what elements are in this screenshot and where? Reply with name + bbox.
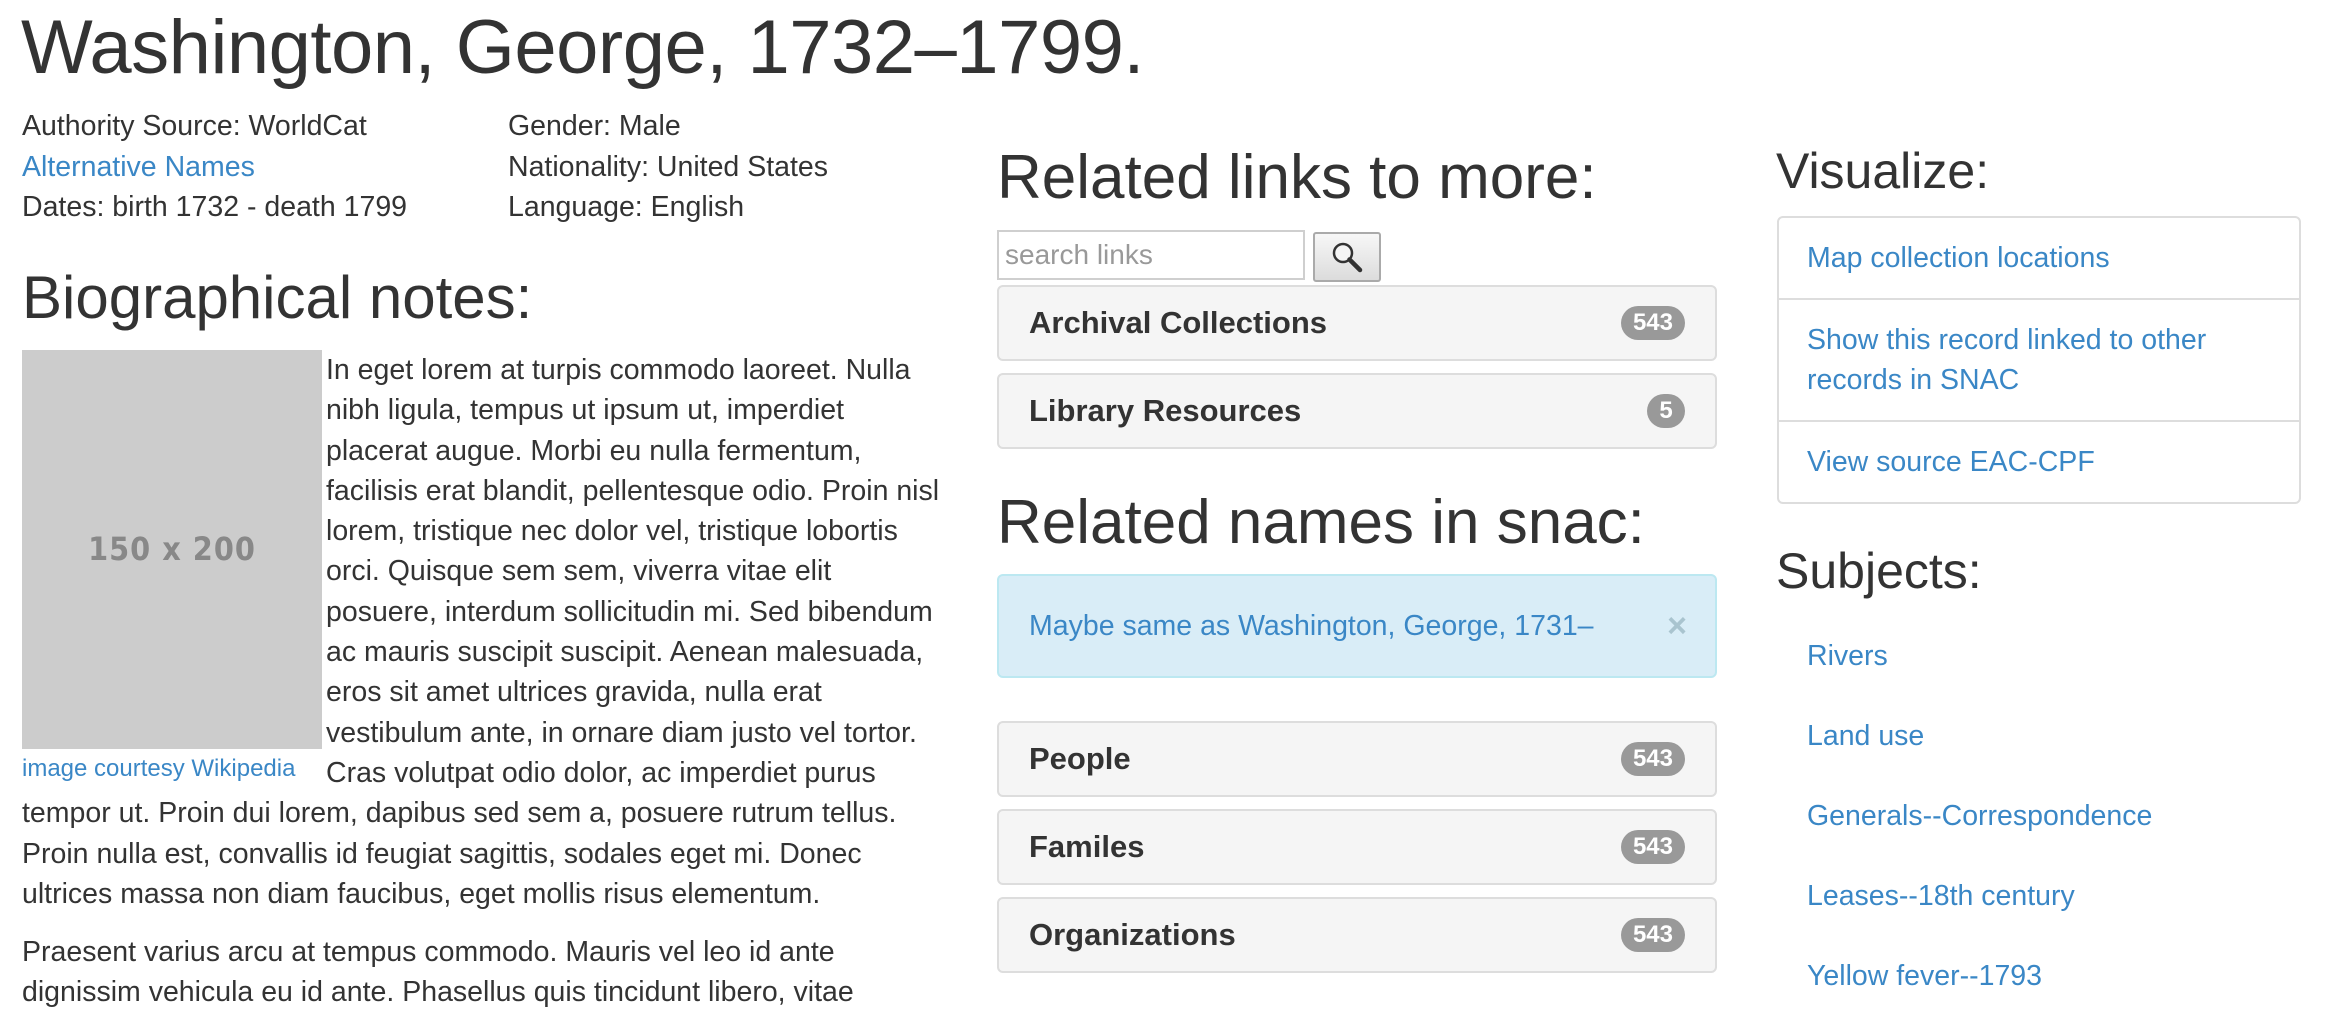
subject-link[interactable]: Generals--Correspondence [1807,796,2152,876]
archival-collections-panel[interactable]: Archival Collections 543 [997,285,1717,361]
gender: Gender: Male [508,110,681,142]
bio-paragraph-2: Praesent varius arcu at tempus commodo. … [22,936,854,1009]
maybe-same-as-link[interactable]: Maybe same as Washington, George, 1731– [1029,610,1594,643]
portrait-figure: 150 x 200 image courtesy Wikipedia [22,350,322,789]
dates: Dates: birth 1732 - death 1799 [22,191,408,223]
visualize-heading: Visualize: [1776,143,1990,199]
people-panel[interactable]: People 543 [997,721,1717,797]
visualize-list: Map collection locations Show this recor… [1777,216,2301,504]
alternative-names-link[interactable]: Alternative Names [22,151,255,183]
panel-label: Library Resources [1029,393,1302,428]
image-credit-link[interactable]: image courtesy Wikipedia [22,749,322,789]
subject-link[interactable]: Rivers [1807,636,2152,716]
language: Language: English [508,191,745,223]
count-badge: 543 [1620,918,1685,952]
count-badge: 543 [1620,830,1685,864]
biographical-notes: 150 x 200 image courtesy Wikipedia In eg… [22,350,942,1031]
record-meta-left: Authority Source: WorldCat Alternative N… [22,106,407,228]
count-badge: 543 [1620,306,1685,340]
record-meta-right: Gender: Male Nationality: United States … [508,106,828,228]
search-links-input[interactable] [997,230,1305,280]
panel-label: Familes [1029,829,1145,864]
subject-link[interactable]: Leases--18th century [1807,876,2152,956]
panel-label: Archival Collections [1029,305,1328,340]
panel-label: People [1029,741,1131,776]
show-linked-records-link[interactable]: Show this record linked to other records… [1779,300,2299,422]
library-resources-panel[interactable]: Library Resources 5 [997,373,1717,449]
subject-link[interactable]: Land use [1807,716,2152,796]
portrait-image-placeholder: 150 x 200 [22,350,322,749]
nationality: Nationality: United States [508,150,828,183]
close-icon[interactable]: × [1667,609,1687,643]
maybe-same-as-alert: Maybe same as Washington, George, 1731– … [997,574,1717,678]
authority-source: Authority Source: WorldCat [22,110,367,142]
count-badge: 5 [1647,394,1685,428]
families-panel[interactable]: Familes 543 [997,809,1717,885]
magnifier-icon [1332,242,1363,273]
biographical-notes-heading: Biographical notes: [22,264,533,331]
map-collection-locations-link[interactable]: Map collection locations [1779,218,2299,300]
page-title: Washington, George, 1732–1799. [21,5,1145,90]
subjects-list: Rivers Land use Generals--Correspondence… [1807,636,2152,1036]
organizations-panel[interactable]: Organizations 543 [997,897,1717,973]
count-badge: 543 [1620,742,1685,776]
search-button[interactable] [1313,232,1381,282]
panel-label: Organizations [1029,917,1236,952]
related-links-heading: Related links to more: [997,143,1597,212]
subject-link[interactable]: Yellow fever--1793 [1807,956,2152,1036]
subjects-heading: Subjects: [1776,543,1982,599]
view-source-eac-cpf-link[interactable]: View source EAC-CPF [1779,422,2299,502]
related-names-heading: Related names in snac: [997,488,1645,557]
